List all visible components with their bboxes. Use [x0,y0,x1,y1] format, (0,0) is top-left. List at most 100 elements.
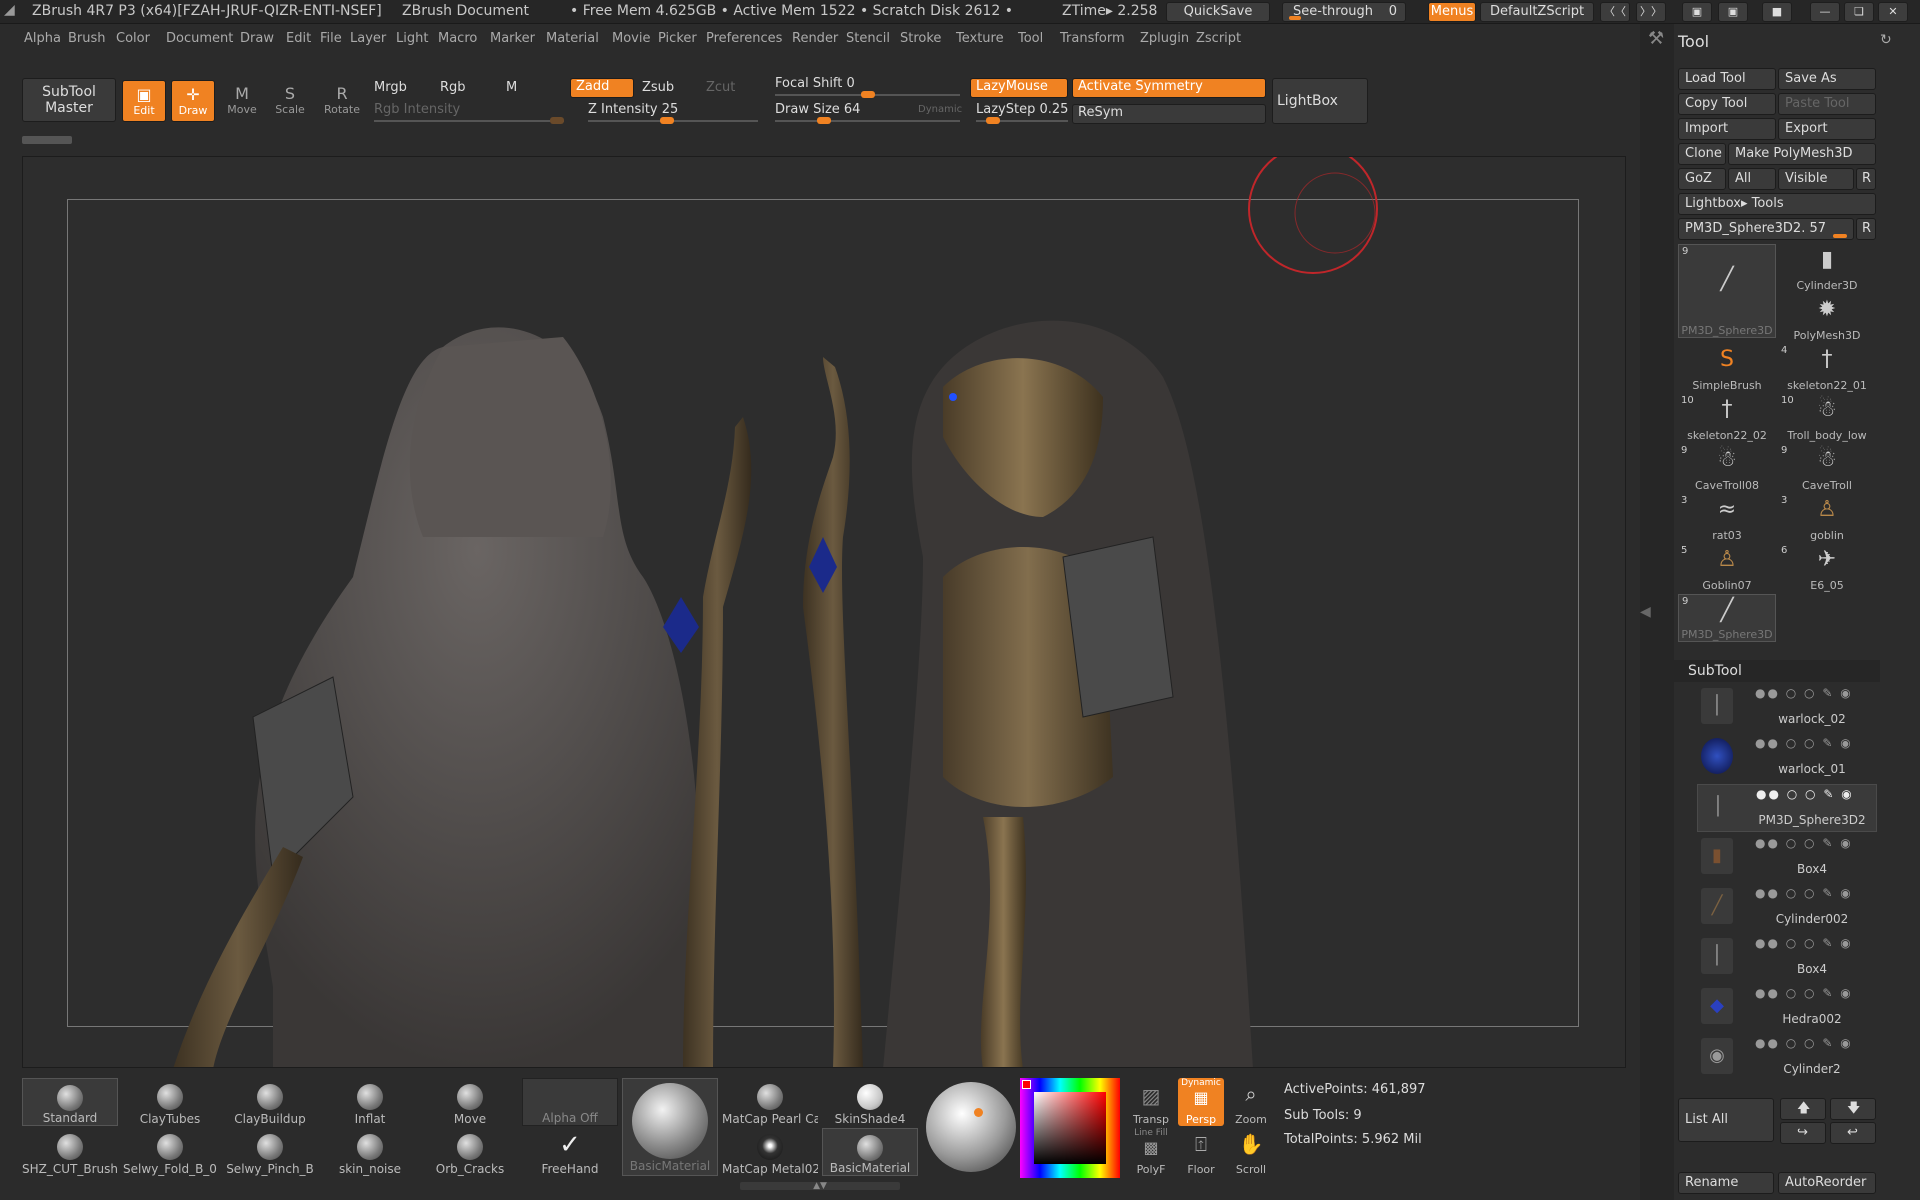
tool-thumb-goblin07[interactable]: 5 ♙ Goblin07 [1678,544,1776,592]
tool-thumb-e6-05[interactable]: 6 ✈ E6_05 [1778,544,1876,592]
brush-skin-noise[interactable]: skin_noise [322,1128,418,1176]
zcut-button[interactable]: Zcut [706,80,735,95]
tool-thumb-cavetroll[interactable]: 9 ☃ CaveTroll [1778,444,1876,492]
tool-thumb-troll-body-low[interactable]: 10 ☃ Troll_body_low [1778,394,1876,442]
scroll-button[interactable]: ✋ Scroll [1228,1128,1274,1176]
zsub-button[interactable]: Zsub [642,80,674,95]
tool-thumb-cylinder3d[interactable]: ▮ Cylinder3D [1778,244,1876,292]
layout-left-icon[interactable]: ▣ [1682,2,1712,22]
scroll-right-icon[interactable]: 〉〉 [1636,2,1666,22]
brush-claybuildup[interactable]: ClayBuildup [222,1078,318,1126]
subtool-item-pm3d-sphere3d2-selected[interactable]: │ ●● ○ ○ ✎ ◉ PM3D_Sphere3D2 [1697,784,1877,832]
lazymouse-button[interactable]: LazyMouse [970,78,1068,98]
tool-thumb-goblin[interactable]: 3 ♙ goblin [1778,494,1876,542]
move-mode-button[interactable]: M Move [220,80,264,122]
current-tool-slider[interactable]: PM3D_Sphere3D2. 57 [1678,218,1854,240]
tool-thumb-skeleton22-02[interactable]: 10 † skeleton22_02 [1678,394,1776,442]
menu-layer[interactable]: Layer [350,31,386,46]
tool-thumb-simplebrush[interactable]: S SimpleBrush [1678,344,1776,392]
brush-orb-cracks[interactable]: Orb_Cracks [422,1128,518,1176]
menu-preferences[interactable]: Preferences [706,31,782,46]
subtool-item-cylinder2[interactable]: ◉ ●● ○ ○ ✎ ◉ Cylinder2 [1697,1034,1877,1082]
panel-refresh-icon[interactable]: ↻ [1880,32,1892,48]
move-up-arrow-icon[interactable]: 🡅 [1780,1098,1826,1120]
menu-zplugin[interactable]: Zplugin [1140,31,1189,46]
brush-selwy-pinch[interactable]: Selwy_Pinch_B [222,1128,318,1176]
dock-arrow-icon[interactable]: ◀ [1640,604,1651,620]
brush-move[interactable]: Move [422,1078,518,1126]
menu-stroke[interactable]: Stroke [900,31,941,46]
material-skinshade4[interactable]: SkinShade4 [822,1078,918,1126]
draw-size-slider[interactable]: Draw Size 64 [775,102,860,117]
lightbox-button[interactable]: LightBox [1272,78,1368,124]
polyf-button[interactable]: Line Fill ▩ PolyF [1128,1128,1174,1176]
subtool-item-hedra002[interactable]: ◆ ●● ○ ○ ✎ ◉ Hedra002 [1697,984,1877,1032]
quicksave-button[interactable]: QuickSave [1166,2,1270,22]
make-polymesh-button[interactable]: Make PolyMesh3D [1728,143,1876,165]
menu-alpha[interactable]: Alpha [24,31,61,46]
tool-thumb-pm3d-sphere3d[interactable]: 9 ╱ PM3D_Sphere3D [1678,244,1776,338]
move-down-arrow-icon[interactable]: 🡇 [1830,1098,1876,1120]
tool-thumb-polymesh3d[interactable]: ✹ PolyMesh3D [1778,294,1876,342]
load-tool-button[interactable]: Load Tool [1678,68,1776,90]
lazystep-slider[interactable]: LazyStep 0.25 [976,102,1068,117]
brush-standard[interactable]: Standard [22,1078,118,1126]
brush-shz-cut[interactable]: SHZ_CUT_Brush [22,1128,118,1176]
layout-right-icon[interactable]: ▣ [1718,2,1748,22]
menu-material[interactable]: Material [546,31,599,46]
shelf-scroll-handle[interactable] [22,136,72,144]
tool-thumb-pm3d-sphere3d-2[interactable]: 9 ╱ PM3D_Sphere3D [1678,594,1776,642]
draw-mode-button[interactable]: ✛ Draw [171,80,215,122]
brush-claytubes[interactable]: ClayTubes [122,1078,218,1126]
canvas-viewport[interactable] [22,156,1626,1068]
bottom-shelf-scroll-handle[interactable]: ▲▼ [740,1182,900,1191]
dynamic-size-toggle[interactable]: Dynamic [918,104,962,115]
goz-visible-button[interactable]: Visible [1778,168,1854,190]
menu-picker[interactable]: Picker [658,31,697,46]
maximize-icon[interactable]: ❏ [1844,2,1874,22]
lock-icon[interactable]: ■ [1762,2,1792,22]
menu-transform[interactable]: Transform [1060,31,1125,46]
insert-up-icon[interactable]: ↪ [1780,1122,1826,1144]
subtool-item-warlock-01[interactable]: ●● ○ ○ ✎ ◉ warlock_01 [1697,734,1877,782]
rename-button[interactable]: Rename [1678,1172,1774,1194]
export-button[interactable]: Export [1778,118,1876,140]
menu-render[interactable]: Render [792,31,838,46]
z-intensity-slider[interactable]: Z Intensity 25 [588,102,678,117]
tool-thumb-cavetroll08[interactable]: 9 ☃ CaveTroll08 [1678,444,1776,492]
brush-selwy-fold[interactable]: Selwy_Fold_B_0 [122,1128,218,1176]
menu-tool[interactable]: Tool [1018,31,1043,46]
resym-button[interactable]: ReSym [1072,104,1266,124]
transp-button[interactable]: ▨ Transp [1128,1078,1174,1126]
edit-mode-button[interactable]: ▣ Edit [122,80,166,122]
activate-symmetry-button[interactable]: Activate Symmetry [1072,78,1266,98]
zadd-button[interactable]: Zadd [570,78,634,98]
menu-movie[interactable]: Movie [612,31,650,46]
scroll-left-icon[interactable]: 〈〈 [1600,2,1630,22]
material-matcap-metal02[interactable]: MatCap Metal02 [722,1128,818,1176]
rotate-mode-button[interactable]: R Rotate [320,80,364,122]
menu-stencil[interactable]: Stencil [846,31,890,46]
save-as-button[interactable]: Save As [1778,68,1876,90]
mrgb-button[interactable]: Mrgb [374,80,407,95]
subtool-item-box4-2[interactable]: │ ●● ○ ○ ✎ ◉ Box4 [1697,934,1877,982]
rgb-button[interactable]: Rgb [440,80,466,95]
menu-marker[interactable]: Marker [490,31,535,46]
scale-mode-button[interactable]: S Scale [268,80,312,122]
goz-all-button[interactable]: All [1728,168,1776,190]
copy-tool-button[interactable]: Copy Tool [1678,93,1776,115]
subtool-item-cylinder002[interactable]: ╱ ●● ○ ○ ✎ ◉ Cylinder002 [1697,884,1877,932]
m-button[interactable]: M [506,80,517,95]
material-main-button[interactable]: BasicMaterial [622,1078,718,1176]
color-picker-square[interactable] [1034,1092,1106,1164]
menu-zscript[interactable]: Zscript [1196,31,1241,46]
rgb-intensity-slider[interactable]: Rgb Intensity [374,102,460,117]
menus-toggle[interactable]: Menus [1428,2,1476,22]
color-picker[interactable] [1020,1078,1120,1178]
material-matcap-pearl[interactable]: MatCap Pearl Ca [722,1078,818,1126]
menu-light[interactable]: Light [396,31,428,46]
subtool-item-warlock-02[interactable]: │ ●● ○ ○ ✎ ◉ warlock_02 [1697,684,1877,732]
tool-thumb-rat03[interactable]: 3 ≈ rat03 [1678,494,1776,542]
default-zscript-button[interactable]: DefaultZScript [1480,2,1594,22]
goz-r-button[interactable]: R [1856,168,1876,190]
